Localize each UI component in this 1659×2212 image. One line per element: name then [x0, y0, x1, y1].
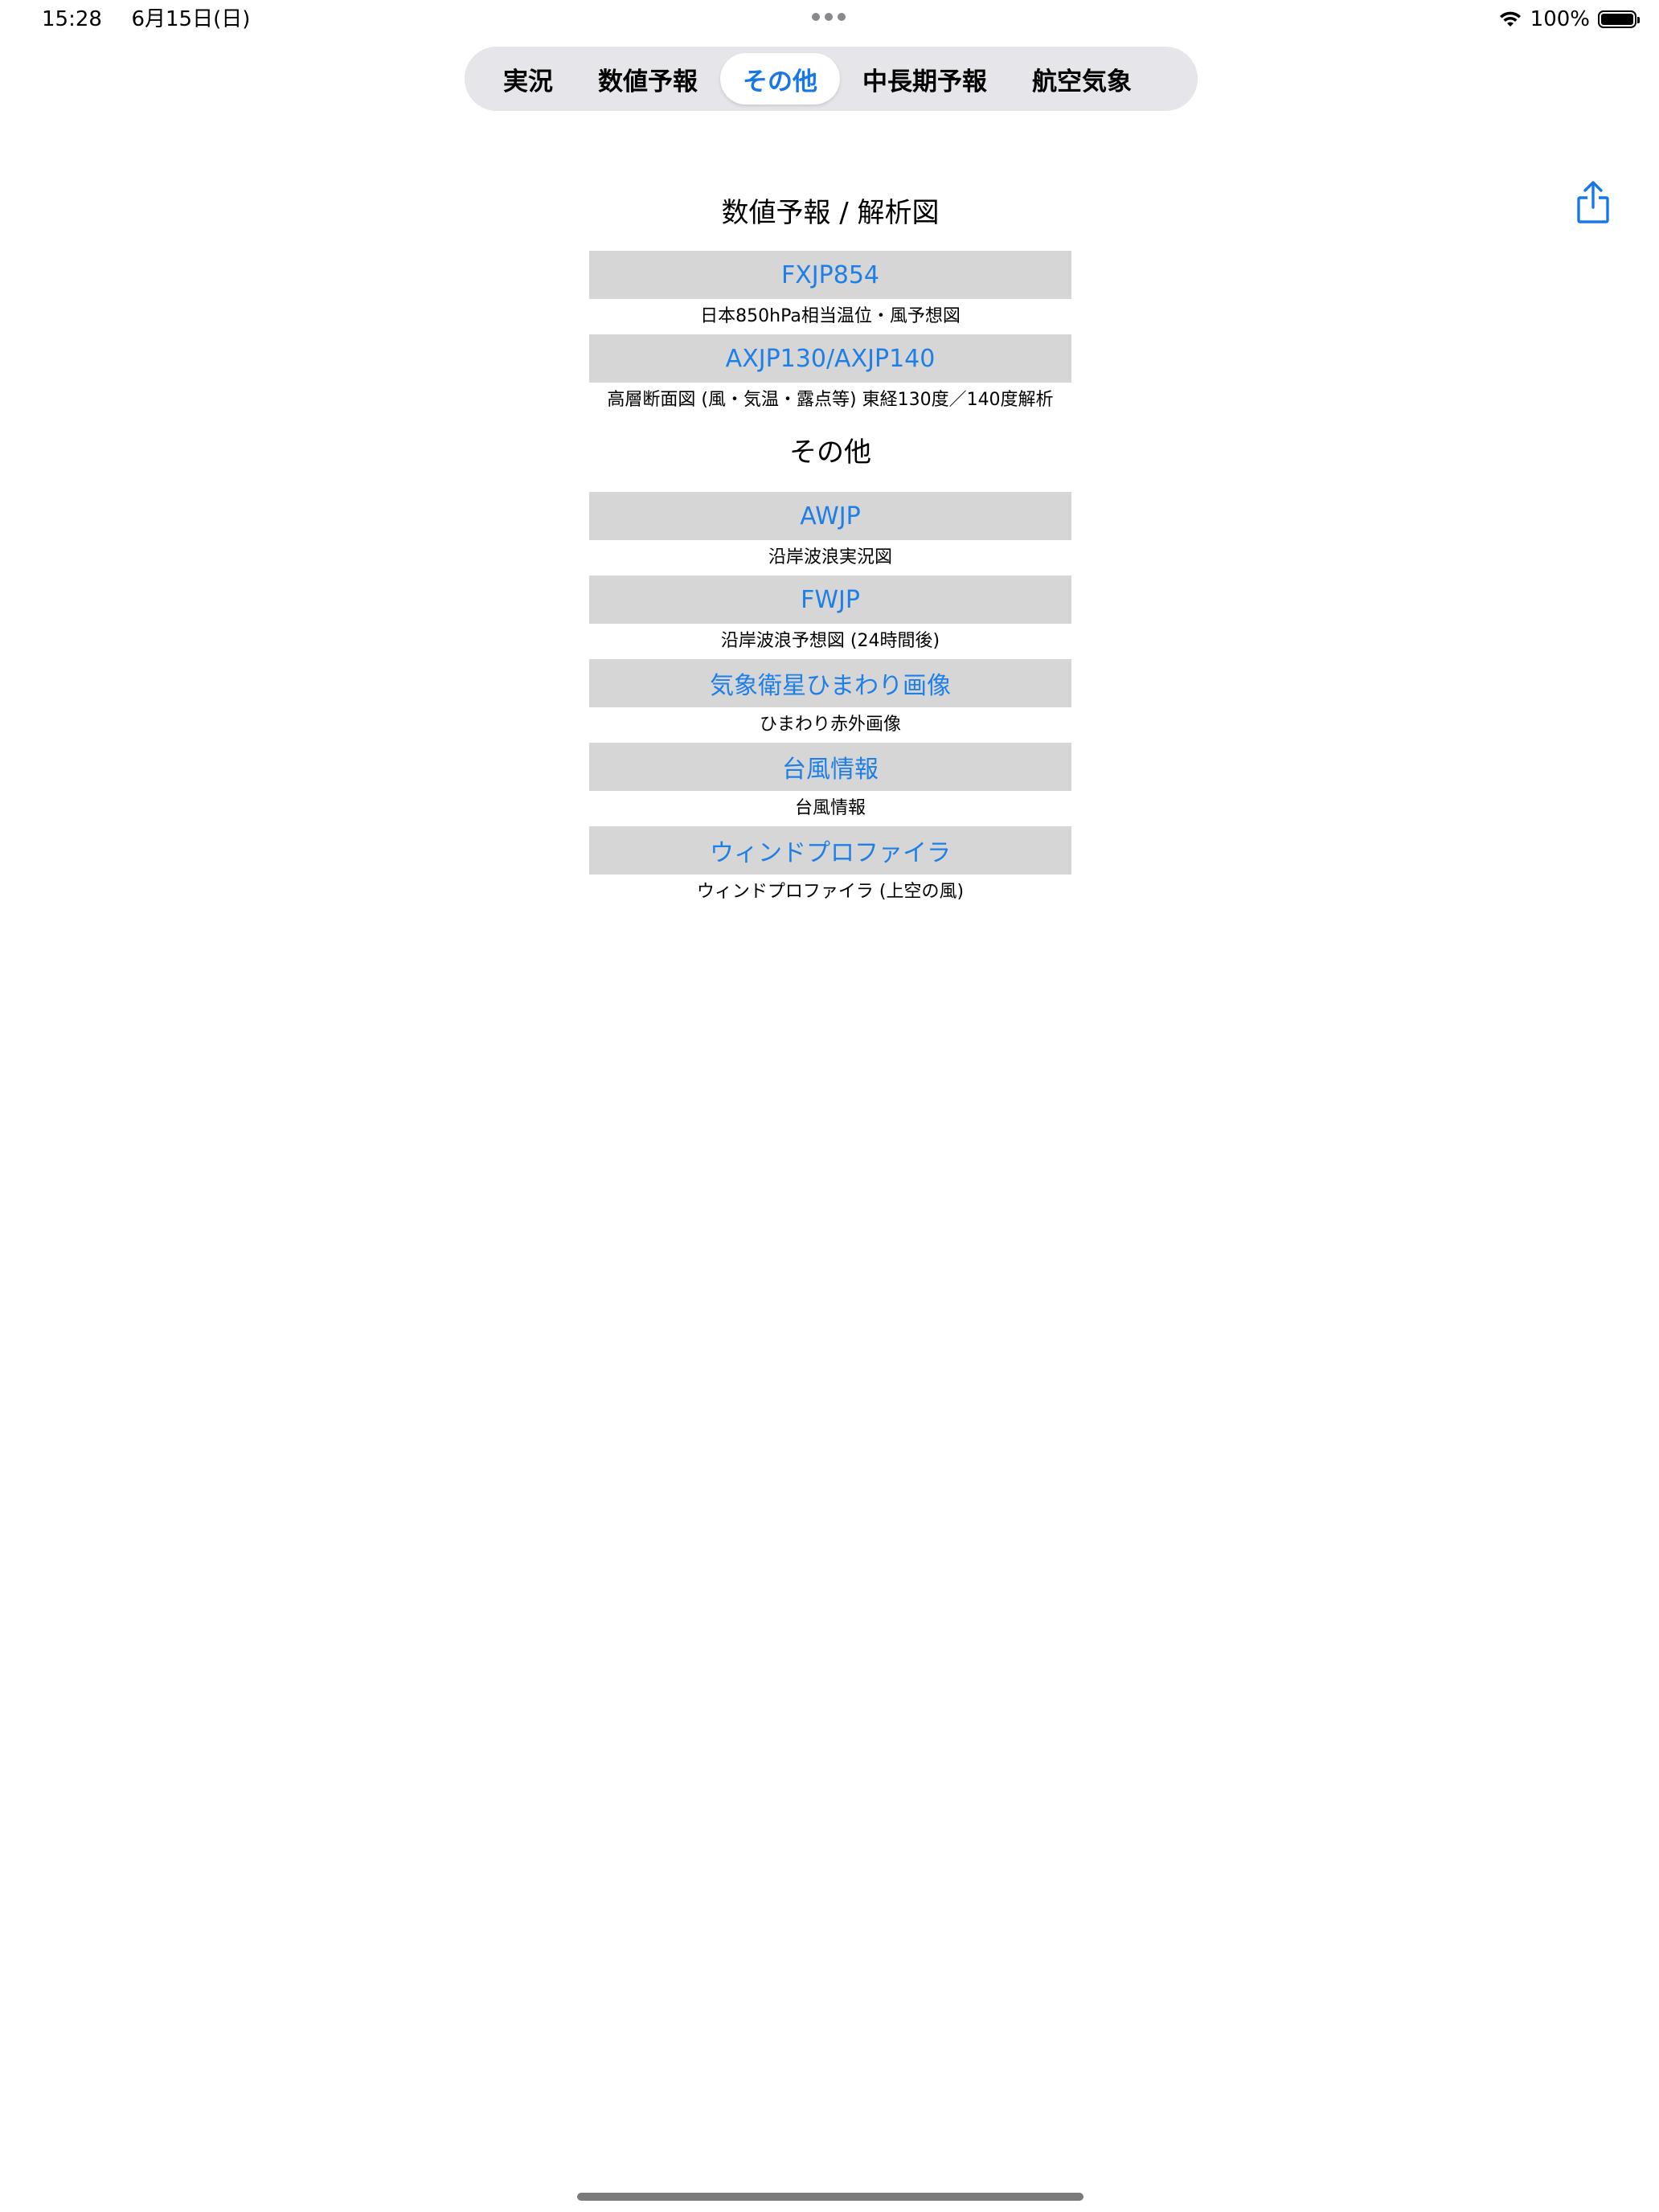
- home-indicator[interactable]: [577, 2193, 1083, 2201]
- tab-sonota[interactable]: その他: [720, 53, 840, 104]
- share-icon[interactable]: [1575, 180, 1611, 225]
- wind-profiler-button[interactable]: ウィンドプロファイラ: [589, 826, 1071, 875]
- status-bar-right: 100%: [1498, 5, 1640, 34]
- item-description: 高層断面図 (風・気温・露点等) 東経130度／140度解析: [607, 390, 1054, 410]
- battery-icon: [1598, 10, 1640, 28]
- category-segmented-control: 実況 数値予報 その他 中長期予報 航空気象: [465, 47, 1198, 111]
- tab-jikkyo[interactable]: 実況: [481, 53, 576, 104]
- list-item: FXJP854 日本850hPa相当温位・風予想図: [589, 251, 1071, 334]
- item-description: 日本850hPa相当温位・風予想図: [700, 306, 961, 326]
- list-item: ウィンドプロファイラ ウィンドプロファイラ (上空の風): [589, 826, 1071, 910]
- item-description: 沿岸波浪実況図: [768, 547, 892, 567]
- item-description: ひまわり赤外画像: [759, 715, 901, 735]
- battery-percent: 100%: [1530, 7, 1590, 31]
- tab-suuchi-yohou[interactable]: 数値予報: [576, 53, 720, 104]
- list-item: 気象衛星ひまわり画像 ひまわり赤外画像: [589, 659, 1071, 743]
- awjp-button[interactable]: AWJP: [589, 492, 1071, 540]
- wifi-icon: [1499, 11, 1521, 27]
- typhoon-info-button[interactable]: 台風情報: [589, 743, 1071, 791]
- fxjp854-button[interactable]: FXJP854: [589, 251, 1071, 299]
- status-bar-time: 15:28 6月15日(日): [42, 5, 250, 34]
- section-title-other: その他: [789, 436, 871, 469]
- list-item: AXJP130/AXJP140 高層断面図 (風・気温・露点等) 東経130度／…: [589, 334, 1071, 418]
- tab-koukuu-kishou[interactable]: 航空気象: [1010, 53, 1154, 104]
- item-description: ウィンドプロファイラ (上空の風): [696, 882, 965, 902]
- axjp130-axjp140-button[interactable]: AXJP130/AXJP140: [589, 334, 1071, 383]
- multitask-dots-icon[interactable]: [812, 13, 846, 21]
- status-time: 15:28: [42, 7, 102, 31]
- chart-list: 数値予報 / 解析図 FXJP854 日本850hPa相当温位・風予想図 AXJ…: [589, 193, 1071, 910]
- list-item: FWJP 沿岸波浪予想図 (24時間後): [589, 576, 1071, 659]
- list-item: AWJP 沿岸波浪実況図: [589, 492, 1071, 576]
- item-description: 沿岸波浪予想図 (24時間後): [720, 631, 940, 651]
- section-title-numerical: 数値予報 / 解析図: [721, 197, 940, 229]
- tab-chuchouki-yohou[interactable]: 中長期予報: [840, 53, 1010, 104]
- fwjp-button[interactable]: FWJP: [589, 576, 1071, 624]
- status-date: 6月15日(日): [131, 7, 251, 31]
- himawari-button[interactable]: 気象衛星ひまわり画像: [589, 659, 1071, 707]
- item-description: 台風情報: [794, 798, 866, 818]
- list-item: 台風情報 台風情報: [589, 743, 1071, 826]
